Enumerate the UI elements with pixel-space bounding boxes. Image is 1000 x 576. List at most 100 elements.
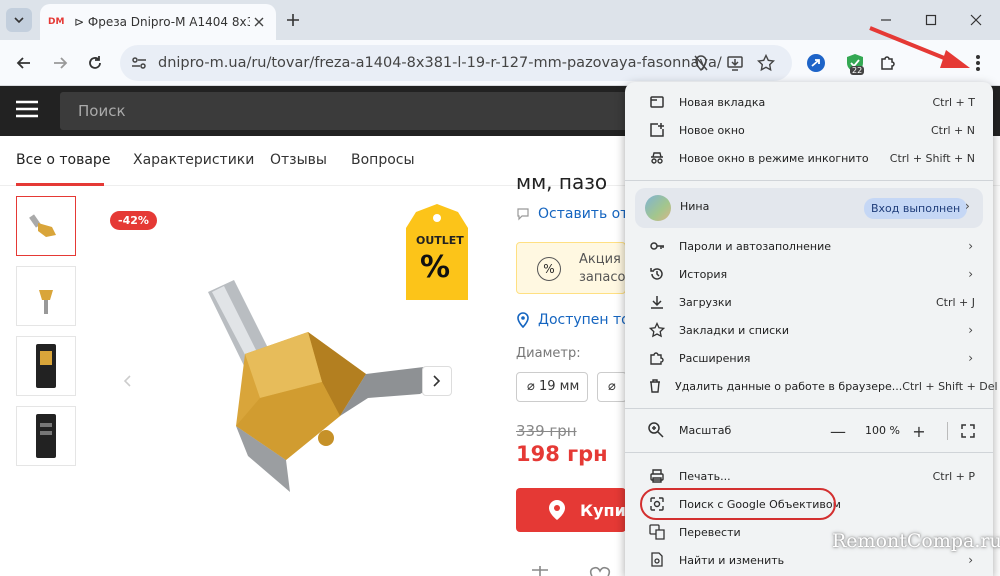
bookmark-star-icon[interactable]	[757, 54, 775, 72]
back-button[interactable]	[12, 51, 36, 75]
url-text: dnipro-m.ua/ru/tovar/freza-a1404-8x381-l…	[158, 55, 722, 71]
extension-arrow-button[interactable]	[804, 51, 828, 75]
new-window-icon	[647, 120, 667, 140]
menu-item-shortcut: Ctrl + P	[932, 469, 975, 483]
percent-circle-icon: %	[537, 257, 561, 281]
menu-item-label: Новое окно	[679, 123, 745, 137]
arrow-left-icon	[16, 57, 30, 69]
old-price: 339 грн	[516, 422, 577, 440]
active-tab-indicator	[16, 183, 104, 186]
new-tab-icon	[647, 92, 667, 112]
install-app-icon[interactable]	[726, 54, 744, 72]
product-thumbnail[interactable]	[16, 406, 76, 466]
tab-search-button[interactable]	[6, 8, 32, 32]
product-thumbnail[interactable]	[16, 196, 76, 256]
reload-button[interactable]	[83, 51, 107, 75]
menu-item-print[interactable]: Печать... Ctrl + P	[625, 462, 993, 490]
buy-button[interactable]: Купи	[516, 488, 626, 532]
tab-all-about[interactable]: Все о товаре	[16, 152, 110, 168]
profile-name: Нина	[680, 200, 710, 213]
forward-button[interactable]	[48, 51, 72, 75]
compare-icon[interactable]	[528, 564, 552, 576]
promo-line-1: Акция	[579, 252, 621, 267]
download-icon	[647, 292, 667, 312]
fullscreen-icon	[961, 424, 975, 438]
arrow-right-icon	[54, 57, 68, 69]
menu-item-shortcut: Ctrl + Shift + Del	[902, 379, 998, 393]
product-thumbnail[interactable]	[16, 266, 76, 326]
menu-item-clear-data[interactable]: Удалить данные о работе в браузере... Ct…	[625, 372, 998, 400]
hamburger-menu-icon[interactable]	[16, 100, 38, 118]
incognito-icon	[647, 148, 667, 168]
product-thumbnail[interactable]	[16, 336, 76, 396]
profile-row[interactable]: Нина Вход выполнен ›	[635, 188, 983, 228]
zoom-label: Масштаб	[679, 424, 732, 437]
menu-item-downloads[interactable]: Загрузки Ctrl + J	[625, 288, 993, 316]
menu-item-shortcut: Ctrl + J	[935, 295, 975, 309]
find-icon	[647, 550, 667, 570]
tab-strip: DM ⊳ Фреза Dnipro-M A1404 8x38.1 |	[0, 0, 1000, 40]
zoom-icon	[647, 421, 665, 439]
menu-item-shortcut: Ctrl + N	[930, 123, 975, 137]
location-blocked-icon[interactable]	[692, 54, 710, 72]
chevron-right-icon: ›	[968, 553, 973, 567]
availability-link[interactable]: Доступен то	[516, 312, 630, 328]
site-favicon-icon: DM	[48, 17, 65, 27]
menu-item-passwords[interactable]: Пароли и автозаполнение ›	[625, 232, 993, 260]
site-info-icon[interactable]	[130, 54, 148, 72]
tab-questions[interactable]: Вопросы	[351, 152, 415, 168]
zoom-out-button[interactable]: —	[825, 418, 851, 444]
tab-reviews[interactable]: Отзывы	[270, 152, 327, 168]
close-tab-icon[interactable]	[250, 13, 268, 31]
plus-icon	[287, 14, 299, 26]
zoom-in-button[interactable]: +	[906, 418, 932, 444]
address-bar[interactable]: dnipro-m.ua/ru/tovar/freza-a1404-8x381-l…	[120, 45, 792, 81]
menu-item-extensions[interactable]: Расширения ›	[625, 344, 993, 372]
next-image-button[interactable]	[422, 366, 452, 396]
location-pin-icon	[517, 312, 529, 328]
outlet-tag: OUTLET %	[406, 204, 468, 300]
heart-icon[interactable]	[588, 564, 612, 576]
chevron-left-icon	[123, 375, 131, 387]
outlet-label: OUTLET	[416, 234, 464, 247]
chevron-right-icon: ›	[968, 239, 973, 253]
location-pin-icon	[549, 500, 565, 520]
extension-arrow-icon	[807, 54, 825, 72]
availability-label: Доступен то	[538, 312, 630, 328]
chevron-right-icon	[433, 375, 441, 387]
printer-icon	[647, 466, 667, 486]
tab-title: ⊳ Фреза Dnipro-M A1404 8x38.1 |	[74, 15, 250, 29]
diameter-option[interactable]: ⌀ 19 мм	[516, 372, 588, 402]
menu-divider	[625, 180, 993, 181]
menu-item-label: Новое окно в режиме инкогнито	[679, 151, 869, 165]
menu-item-new-window[interactable]: Новое окно Ctrl + N	[625, 116, 993, 144]
site-search-input[interactable]: Поиск	[60, 92, 640, 130]
menu-item-shortcut: Ctrl + Shift + N	[889, 151, 975, 165]
tab-specs[interactable]: Характеристики	[133, 152, 254, 168]
menu-item-label: Новая вкладка	[679, 95, 766, 109]
prev-image-button[interactable]	[112, 366, 142, 396]
signed-in-badge: Вход выполнен	[864, 198, 968, 219]
chevron-right-icon: ›	[968, 351, 973, 365]
star-icon	[647, 320, 667, 340]
fullscreen-button[interactable]	[955, 418, 981, 444]
menu-item-history[interactable]: История ›	[625, 260, 993, 288]
chevron-right-icon: ›	[968, 323, 973, 337]
chevron-right-icon: ›	[965, 199, 970, 213]
menu-item-bookmarks[interactable]: Закладки и списки ›	[625, 316, 993, 344]
comment-icon	[517, 208, 529, 221]
browser-tab[interactable]: DM ⊳ Фреза Dnipro-M A1404 8x38.1 |	[40, 4, 276, 40]
trash-icon	[647, 376, 663, 396]
menu-item-label: Закладки и списки	[679, 323, 789, 337]
puzzle-icon	[647, 348, 667, 368]
promo-banner[interactable]: % Акция запасо	[516, 242, 626, 294]
new-tab-button[interactable]	[282, 9, 304, 31]
leave-review-link[interactable]: Оставить от	[516, 206, 628, 222]
percent-icon: %	[420, 250, 451, 285]
extension-shield-button[interactable]: 22	[843, 51, 867, 75]
menu-item-label: Найти и изменить	[679, 553, 785, 567]
menu-item-incognito[interactable]: Новое окно в режиме инкогнито Ctrl + Shi…	[625, 144, 993, 172]
menu-item-label: Загрузки	[679, 295, 732, 309]
menu-item-new-tab[interactable]: Новая вкладка Ctrl + T	[625, 88, 993, 116]
diameter-option[interactable]: ⌀	[597, 372, 627, 402]
